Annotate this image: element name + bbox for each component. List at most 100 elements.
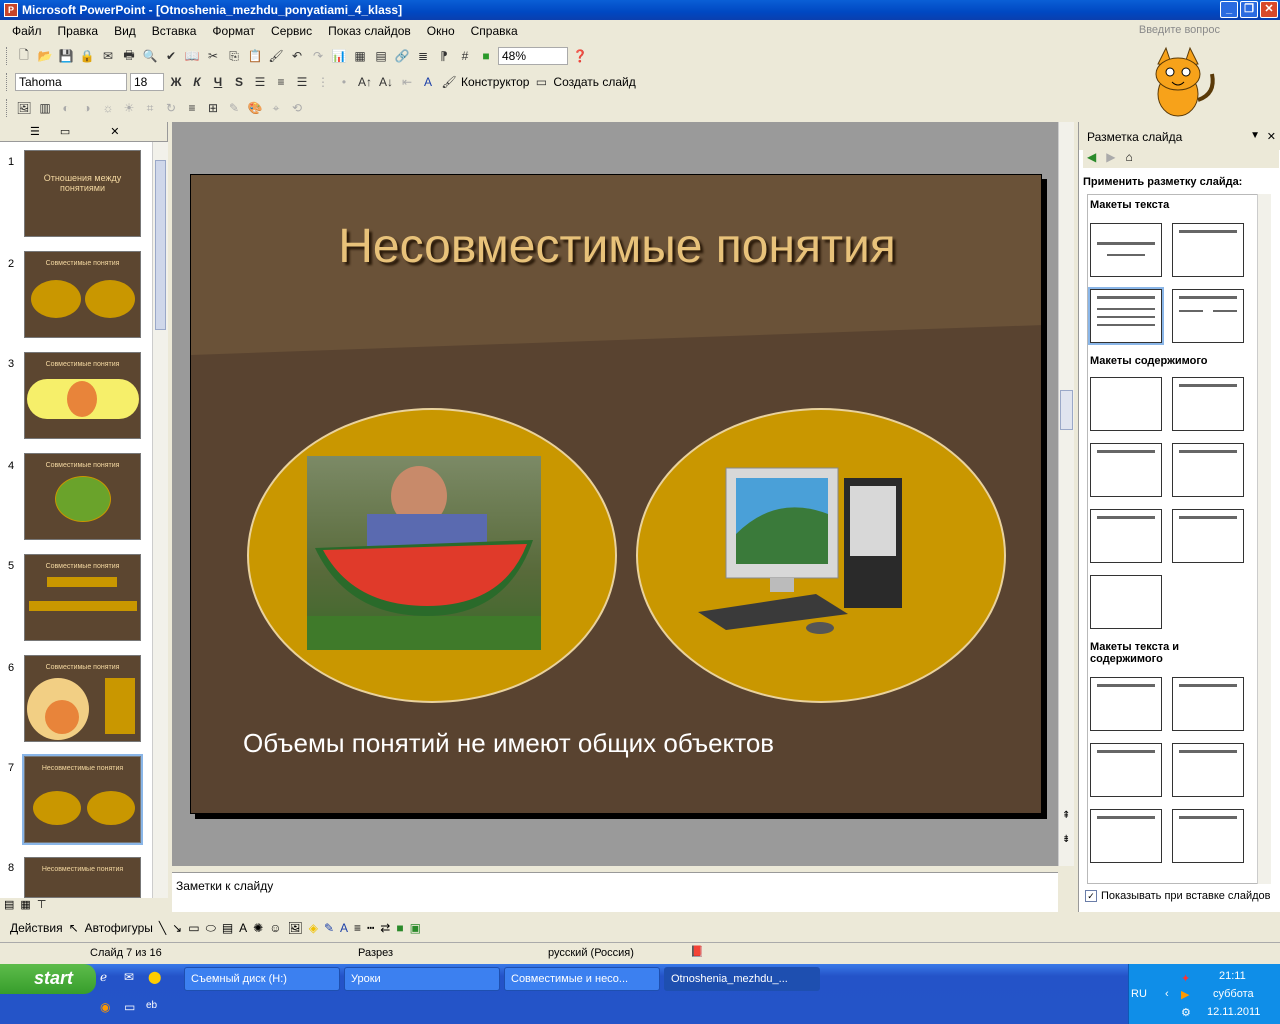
shadow-style-icon[interactable]: ■	[396, 921, 403, 935]
menu-insert[interactable]: Вставка	[144, 24, 205, 38]
format-picture-icon[interactable]: 🎨	[246, 99, 264, 117]
underline-button[interactable]: Ч	[209, 73, 227, 91]
actions-menu[interactable]: Действия	[10, 921, 63, 935]
paste-icon[interactable]: 📋	[246, 47, 264, 65]
select-arrow-icon[interactable]: ↖	[69, 921, 79, 935]
slide-thumbnail[interactable]: Совместимые понятия	[24, 453, 141, 540]
help-search-input[interactable]: Введите вопрос	[1139, 24, 1220, 36]
layout-text-two-content[interactable]	[1090, 743, 1162, 797]
bold-button[interactable]: Ж	[167, 73, 185, 91]
task-pane-scrollbar[interactable]	[1257, 194, 1271, 884]
task-lessons-folder[interactable]: Уроки	[344, 967, 500, 991]
layout-content-over-text[interactable]	[1172, 809, 1244, 863]
zoom-select[interactable]: 48%	[498, 47, 568, 65]
maximize-button[interactable]: ❐	[1240, 1, 1258, 18]
color-picture-icon[interactable]: ▥	[36, 99, 54, 117]
layout-content-grid[interactable]	[1090, 509, 1162, 563]
menu-slideshow[interactable]: Показ слайдов	[320, 24, 419, 38]
slides-scrollbar[interactable]	[152, 142, 168, 898]
3d-style-icon[interactable]: ▣	[410, 921, 421, 935]
contrast-up-icon[interactable]: ◐	[57, 99, 75, 117]
slide-title[interactable]: Несовместимые понятия	[191, 219, 1041, 274]
menu-window[interactable]: Окно	[419, 24, 463, 38]
email-icon[interactable]: ✉	[99, 47, 117, 65]
slide-thumbnail[interactable]: Совместимые понятия	[24, 352, 141, 439]
indent-icon[interactable]: ⇤	[398, 73, 416, 91]
layout-blank[interactable]	[1090, 377, 1162, 431]
spelling-icon[interactable]: ✔	[162, 47, 180, 65]
layout-text-content[interactable]	[1090, 677, 1162, 731]
menu-help[interactable]: Справка	[463, 24, 526, 38]
fill-color-icon[interactable]: ◈	[309, 921, 318, 935]
menu-format[interactable]: Формат	[204, 24, 263, 38]
office-assistant-icon[interactable]	[1132, 44, 1222, 120]
slide-vertical-scrollbar[interactable]: ⇞ ⇟	[1058, 122, 1074, 866]
computer-picture[interactable]	[696, 464, 941, 642]
menu-file[interactable]: Файл	[4, 24, 50, 38]
transparent-icon[interactable]: ⌖	[267, 99, 285, 117]
decrease-font-icon[interactable]: A↓	[377, 73, 395, 91]
help-icon[interactable]: ❓	[571, 47, 589, 65]
layout-title-only[interactable]	[1172, 223, 1244, 277]
align-center-icon[interactable]: ≡	[272, 73, 290, 91]
menu-tools[interactable]: Сервис	[263, 24, 320, 38]
permission-icon[interactable]: 🔒	[78, 47, 96, 65]
font-color-icon[interactable]: A	[419, 73, 437, 91]
slideshow-view-icon[interactable]: ⊤	[37, 898, 47, 914]
layout-title-slide[interactable]	[1090, 223, 1162, 277]
compress-icon[interactable]: ⊞	[204, 99, 222, 117]
redo-icon[interactable]: ↷	[309, 47, 327, 65]
designer-button[interactable]: Конструктор	[461, 75, 529, 89]
hyperlink-icon[interactable]: 🔗	[393, 47, 411, 65]
layout-title-text-over-content[interactable]	[1090, 809, 1162, 863]
new-icon[interactable]: 🗋	[15, 47, 33, 65]
chevron-left-icon[interactable]: ‹	[1165, 988, 1169, 1000]
formatting-icon[interactable]: ⁋	[435, 47, 453, 65]
layout-content[interactable]	[1172, 377, 1244, 431]
wordart-icon[interactable]: A	[239, 921, 247, 935]
chevron-down-icon[interactable]: ▼	[1250, 130, 1260, 141]
outline-tab-icon[interactable]: ☰	[30, 125, 40, 138]
font-color-draw-icon[interactable]: A	[340, 921, 348, 935]
grid-icon[interactable]: #	[456, 47, 474, 65]
home-icon[interactable]: ⌂	[1125, 150, 1132, 166]
table-icon[interactable]: ▦	[351, 47, 369, 65]
slide-thumbnail[interactable]: Совместимые понятия	[24, 251, 141, 338]
close-button[interactable]: ✕	[1260, 1, 1278, 18]
reset-picture-icon[interactable]: ⟲	[288, 99, 306, 117]
left-ellipse[interactable]	[247, 408, 617, 703]
arrow-icon[interactable]: ↘	[172, 921, 182, 935]
show-on-insert-checkbox[interactable]: ✓	[1085, 890, 1097, 902]
firefox-icon[interactable]: ◉	[100, 1000, 110, 1014]
textbox-icon[interactable]: ▤	[222, 921, 233, 935]
rectangle-icon[interactable]: ▭	[188, 921, 199, 935]
menu-view[interactable]: Вид	[106, 24, 144, 38]
open-icon[interactable]: 📂	[36, 47, 54, 65]
network-icon[interactable]: ✦	[1181, 972, 1190, 985]
expand-icon[interactable]: ≣	[414, 47, 432, 65]
save-icon[interactable]: 💾	[57, 47, 75, 65]
slide-thumbnail-selected[interactable]: Несовместимые понятия	[22, 754, 143, 845]
close-pane-icon[interactable]: ✕	[110, 125, 119, 138]
preview-icon[interactable]: 🔍	[141, 47, 159, 65]
layout-four-content[interactable]	[1090, 575, 1162, 629]
undo-icon[interactable]: ↶	[288, 47, 306, 65]
diagram-icon[interactable]: ✺	[253, 921, 263, 935]
tables-borders-icon[interactable]: ▤	[372, 47, 390, 65]
layout-two-content[interactable]	[1172, 443, 1244, 497]
shadow-button[interactable]: S	[230, 73, 248, 91]
tray-icon[interactable]: ⚙	[1181, 1006, 1191, 1019]
insert-picture-icon[interactable]: 🖼	[15, 99, 33, 117]
layout-title-text[interactable]	[1088, 287, 1164, 345]
chart-icon[interactable]: 📊	[330, 47, 348, 65]
layout-content-text[interactable]	[1172, 677, 1244, 731]
language-indicator[interactable]: RU	[1131, 988, 1147, 1000]
media-icon[interactable]: ▶	[1181, 988, 1189, 1001]
layout-title-content[interactable]	[1090, 443, 1162, 497]
brightness-up-icon[interactable]: ☼	[99, 99, 117, 117]
slide-caption[interactable]: Объемы понятий не имеют общих объектов	[243, 728, 774, 759]
line-style-draw-icon[interactable]: ≡	[354, 921, 361, 935]
task-word-doc[interactable]: Совместимые и несо...	[504, 967, 660, 991]
increase-font-icon[interactable]: A↑	[356, 73, 374, 91]
desktop-icon[interactable]: ▭	[124, 1000, 135, 1014]
